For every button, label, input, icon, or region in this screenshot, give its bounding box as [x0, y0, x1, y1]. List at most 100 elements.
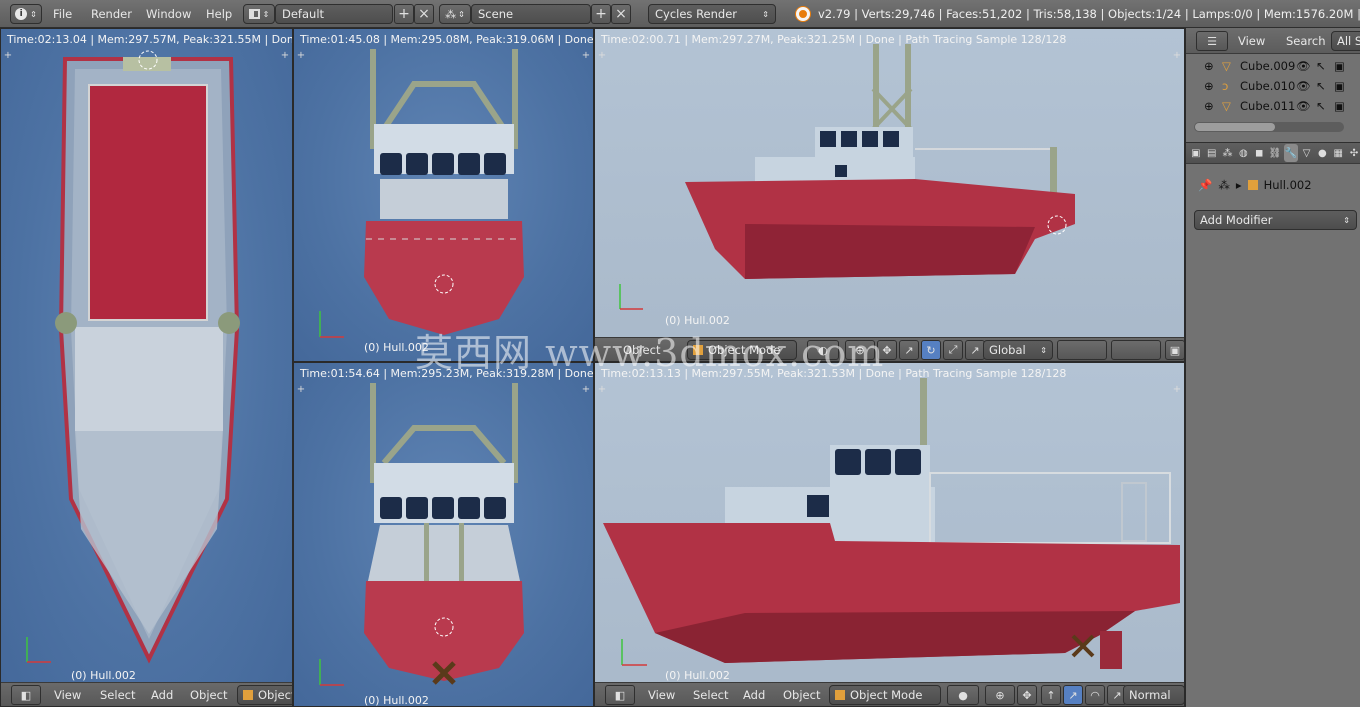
menu-object[interactable]: Object — [190, 688, 227, 702]
outliner-item[interactable]: ⊕ ↄ Cube.010 👁 ↖ ▣ — [1186, 76, 1360, 96]
remove-scene-button[interactable]: × — [611, 4, 631, 24]
rotate-button[interactable]: ↻ — [921, 340, 941, 360]
scale-button[interactable]: ◠ — [1085, 685, 1105, 705]
scene-icon: ⁂ — [1222, 147, 1233, 159]
rotate-button[interactable]: ↗ — [1063, 685, 1083, 705]
object-label: (0) Hull.002 — [665, 669, 730, 682]
menu-render[interactable]: Render — [91, 4, 132, 24]
scale-button[interactable]: ⤢ — [943, 340, 963, 360]
scene-name-field[interactable]: Scene — [471, 4, 591, 24]
menu-help[interactable]: Help — [206, 4, 232, 24]
outliner-filter-dropdown[interactable]: All S — [1331, 31, 1360, 51]
cursor-icon[interactable]: ↖ — [1316, 59, 1326, 73]
add-scene-button[interactable]: + — [591, 4, 611, 24]
right-panel: ☰ View Search All S ⊕ ▽ Cube.009 👁 ↖ ▣ ⊕… — [1185, 28, 1360, 707]
viewport-top[interactable]: Time:02:13.04 | Mem:297.57M, Peak:321.55… — [0, 28, 293, 707]
material-tab[interactable]: ● — [1316, 144, 1330, 162]
render-engine-dropdown[interactable]: Cycles Render ⇕ — [648, 4, 776, 24]
mode-dropdown[interactable]: Object Mode — [829, 685, 941, 705]
expand-icon[interactable]: ⊕ — [1204, 79, 1214, 93]
scene-tab[interactable]: ⁂ — [1221, 144, 1235, 162]
render-tab[interactable]: ▣ — [1189, 144, 1203, 162]
layout-selector[interactable]: ⇕ — [243, 4, 275, 24]
menu-select[interactable]: Select — [100, 688, 135, 702]
layer-buttons-1[interactable] — [1057, 340, 1107, 360]
menu-add[interactable]: Add — [743, 688, 765, 702]
viewport-side-2[interactable]: Time:02:13.13 | Mem:297.55M, Peak:321.53… — [594, 362, 1185, 707]
expand-icon[interactable]: ⊕ — [1204, 99, 1214, 113]
layout-name-field[interactable]: Default — [275, 4, 393, 24]
expand-icon[interactable]: ⊕ — [1204, 59, 1214, 73]
outliner-scrollbar[interactable] — [1194, 122, 1344, 132]
orientation-dropdown[interactable]: Normal — [1123, 685, 1184, 705]
object-tab[interactable]: ◼ — [1252, 144, 1266, 162]
data-tab[interactable]: ▽ — [1300, 144, 1314, 162]
menu-view[interactable]: View — [1238, 34, 1265, 48]
menu-search[interactable]: Search — [1286, 34, 1326, 48]
lock-layers-button[interactable]: ▣ — [1165, 340, 1184, 360]
menu-window[interactable]: Window — [146, 4, 191, 24]
cube-icon — [835, 690, 845, 700]
eye-icon[interactable]: 👁 — [1296, 59, 1311, 73]
remove-layout-button[interactable]: × — [414, 4, 434, 24]
viewport-front-2[interactable]: Time:01:54.64 | Mem:295.23M, Peak:319.28… — [293, 362, 594, 707]
menu-object[interactable]: Object — [783, 688, 820, 702]
editor-type-button[interactable]: i ⇕ — [10, 4, 42, 24]
cube-icon — [1247, 180, 1258, 190]
translate-icon-button[interactable]: ↗ — [899, 340, 919, 360]
menu-add[interactable]: Add — [151, 688, 173, 702]
updown-arrow-icon: ⇕ — [1040, 345, 1047, 355]
camera-icon: ▣ — [1191, 147, 1201, 159]
menu-file[interactable]: File — [53, 4, 72, 24]
editor-type-button[interactable]: ◧ — [605, 685, 635, 705]
viewport-header-side-2: ◧ View Select Add Object Object Mode ● ⊕… — [595, 682, 1184, 706]
camera-icon[interactable]: ▣ — [1334, 59, 1345, 73]
layer-buttons-2[interactable] — [1111, 340, 1161, 360]
translate-icon: ↗ — [904, 343, 914, 357]
camera-icon[interactable]: ▣ — [1334, 79, 1345, 93]
view3d-icon: ◧ — [20, 688, 32, 702]
mode-label: Object Mode — [850, 688, 923, 702]
constraints-tab[interactable]: ⛓ — [1268, 144, 1282, 162]
updown-arrow-icon: ⇕ — [458, 9, 465, 19]
manipulator-toggle[interactable]: ✥ — [1017, 685, 1037, 705]
boat-side-render-1 — [619, 44, 1075, 310]
transform-icon: ↗ — [1112, 688, 1122, 702]
menu-view[interactable]: View — [54, 688, 81, 702]
particles-tab[interactable]: ✣ — [1347, 144, 1360, 162]
outliner-item[interactable]: ⊕ ▽ Cube.009 👁 ↖ ▣ — [1186, 56, 1360, 76]
mode-dropdown[interactable]: Object — [237, 685, 292, 705]
orientation-dropdown[interactable]: Global ⇕ — [983, 340, 1053, 360]
outliner-item-label: Cube.011 — [1240, 99, 1296, 113]
cursor-icon[interactable]: ↖ — [1316, 99, 1326, 113]
camera-icon[interactable]: ▣ — [1334, 99, 1345, 113]
shading-dropdown[interactable]: ● — [947, 685, 979, 705]
cursor-icon[interactable]: ↖ — [1316, 79, 1326, 93]
eye-icon[interactable]: 👁 — [1296, 99, 1311, 113]
scene-selector[interactable]: ⁂ ⇕ — [439, 4, 471, 24]
layers-tab[interactable]: ▤ — [1205, 144, 1219, 162]
object-name: Hull.002 — [1263, 178, 1312, 192]
outliner-item[interactable]: ⊕ ▽ Cube.011 👁 ↖ ▣ — [1186, 96, 1360, 116]
viewport-front-1[interactable]: Time:01:45.08 | Mem:295.08M, Peak:319.06… — [293, 28, 594, 362]
transform-button[interactable]: ↗ — [965, 340, 985, 360]
modifiers-tab[interactable]: 🔧 — [1283, 144, 1298, 162]
mesh-icon: ▽ — [1302, 147, 1311, 159]
translate-button[interactable]: ↑ — [1041, 685, 1061, 705]
viewport-side-1[interactable]: Time:02:00.71 | Mem:297.27M, Peak:321.25… — [594, 28, 1185, 362]
editor-type-button[interactable]: ☰ — [1196, 31, 1228, 51]
boat-top-render — [26, 50, 240, 664]
world-tab[interactable]: ◍ — [1236, 144, 1250, 162]
menu-view[interactable]: View — [648, 688, 675, 702]
transform-icon: ↗ — [970, 343, 980, 357]
add-modifier-dropdown[interactable]: Add Modifier ⇕ — [1194, 210, 1357, 230]
menu-select[interactable]: Select — [693, 688, 728, 702]
editor-type-button[interactable]: ◧ — [11, 685, 41, 705]
pin-icon[interactable]: 📌 — [1198, 178, 1212, 192]
scale-icon: ⤢ — [948, 343, 958, 356]
pivot-dropdown[interactable]: ⊕ — [985, 685, 1015, 705]
breadcrumb: 📌 ⁂ ▸ Hull.002 — [1198, 176, 1312, 194]
eye-icon[interactable]: 👁 — [1296, 79, 1311, 93]
texture-tab[interactable]: ▦ — [1331, 144, 1345, 162]
add-layout-button[interactable]: + — [394, 4, 414, 24]
